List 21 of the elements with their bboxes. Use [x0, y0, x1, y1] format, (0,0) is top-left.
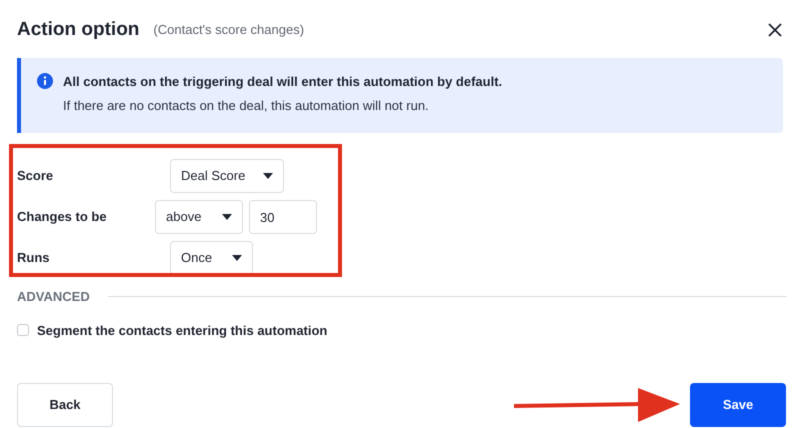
- back-button[interactable]: Back: [17, 383, 113, 427]
- caret-icon: [222, 214, 232, 220]
- dialog-subtitle: (Contact's score changes): [153, 21, 304, 40]
- section-heading: ADVANCED: [17, 288, 90, 306]
- dropdown[interactable]: Deal Score: [170, 159, 284, 193]
- caret-icon: [263, 173, 273, 179]
- close-icon: [768, 23, 782, 37]
- dialog-title: Action option: [17, 18, 140, 42]
- caret-icon: [232, 255, 242, 261]
- input-field[interactable]: 30: [249, 200, 317, 234]
- info-heading: All contacts on the triggering deal will enter this automation by default.: [63, 73, 502, 91]
- dropdown[interactable]: above: [155, 200, 243, 234]
- info-icon: [37, 73, 53, 89]
- info-text: If there are no contacts on the deal, this automation will not run.: [63, 96, 430, 114]
- field-label: Score: [17, 167, 54, 186]
- save-button[interactable]: Save: [690, 383, 786, 427]
- field-label: Runs: [17, 249, 50, 268]
- segment-checkbox[interactable]: Segment the contacts entering this automation: [17, 320, 328, 340]
- checkbox[interactable]: [17, 324, 29, 336]
- field-label: Changes to be: [17, 208, 108, 226]
- dropdown[interactable]: Once: [170, 241, 253, 275]
